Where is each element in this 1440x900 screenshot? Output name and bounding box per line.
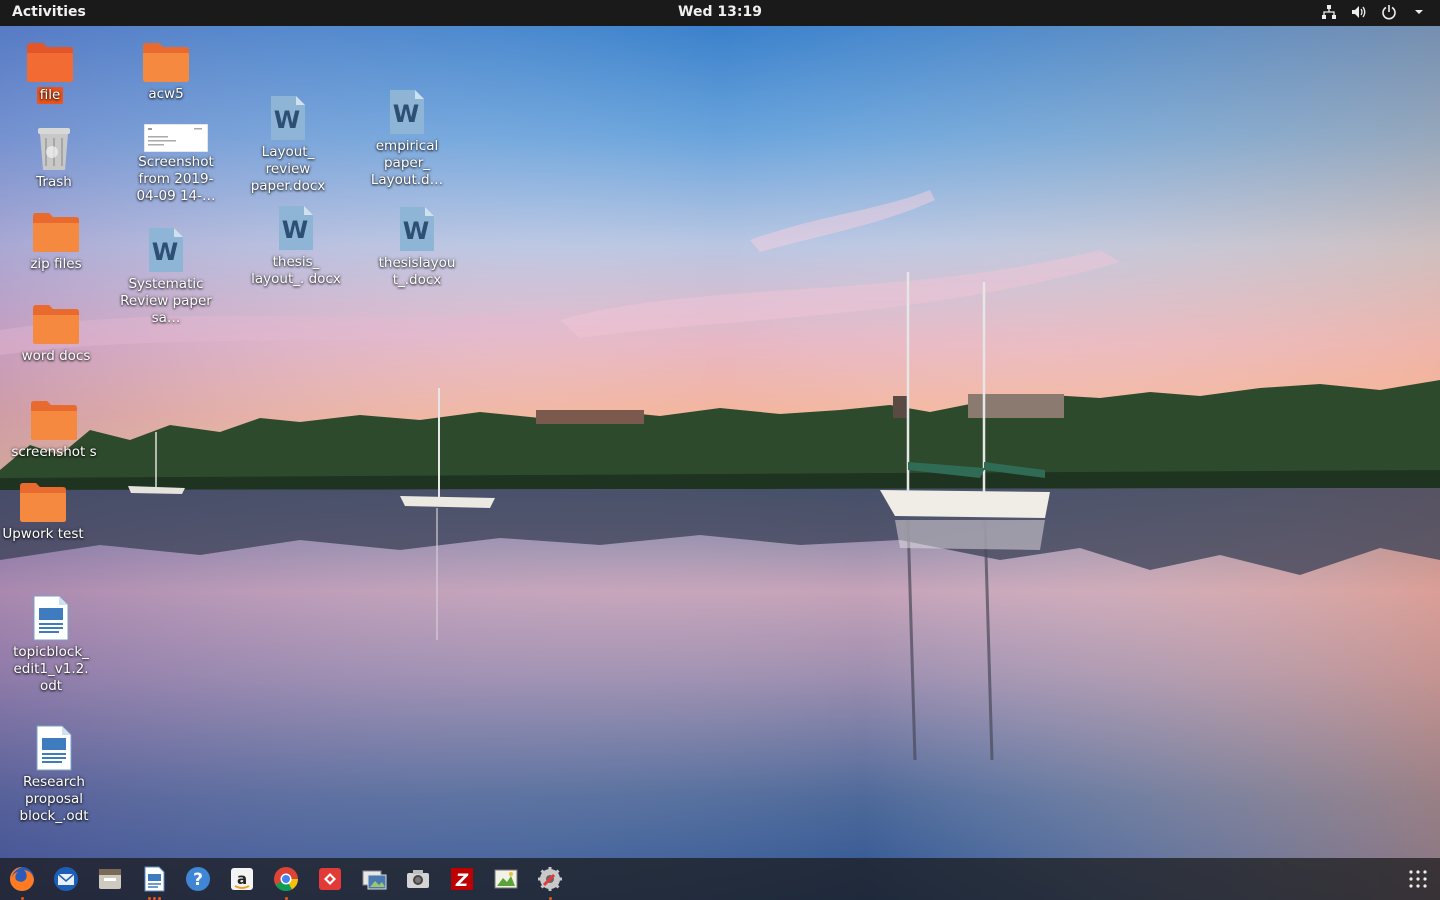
anydesk-icon[interactable]: [314, 863, 346, 895]
desktop-icon-label: Systematic Review paper sa…: [120, 276, 212, 326]
desktop-icon-research-proposal[interactable]: Research proposal block_.odt: [6, 724, 102, 825]
libreoffice-writer-icon[interactable]: [138, 863, 170, 900]
desktop-icon-label: zip files: [30, 256, 82, 272]
desktop-icon-zip-files[interactable]: zip files: [8, 210, 104, 273]
activities-button[interactable]: Activities: [12, 4, 86, 20]
svg-text:W: W: [282, 216, 308, 244]
camera-icon[interactable]: [402, 863, 434, 895]
desktop-icon-label: topicblock_ edit1_v1.2. odt: [13, 644, 89, 694]
desktop-icon-trash[interactable]: Trash: [6, 124, 102, 191]
desktop-icon-label: Screenshot from 2019-04-09 14-…: [136, 154, 216, 204]
desktop-icon-label: Trash: [36, 174, 72, 190]
desktop-icon-label: screenshot s: [11, 444, 97, 460]
desktop-icon-label: acw5: [148, 86, 184, 102]
image-thumbnail-icon: [144, 124, 208, 152]
top-bar: Activities Wed 13:19: [0, 0, 1440, 26]
svg-text:?: ?: [193, 870, 203, 890]
odt-document-icon: [33, 595, 69, 641]
clock-area: Wed 13:19: [0, 4, 1440, 20]
odt-document-icon: [36, 725, 72, 771]
desktop-icon-screenshot-file[interactable]: Screenshot from 2019-04-09 14-…: [128, 124, 224, 205]
chrome-icon[interactable]: [270, 863, 302, 900]
network-icon[interactable]: [1320, 3, 1338, 21]
desktop-icon-label: thesislayou t_.docx: [378, 255, 456, 288]
svg-text:W: W: [393, 100, 419, 128]
folder-icon: [143, 43, 189, 82]
word-document-icon: W: [390, 90, 424, 134]
desktop-icon-label: Research proposal block_.odt: [19, 774, 89, 824]
svg-text:W: W: [403, 217, 429, 245]
menu-arrow-icon[interactable]: [1410, 3, 1428, 21]
svg-text:a: a: [237, 870, 247, 888]
desktop-icon-label: Layout_ review paper.docx: [250, 144, 326, 194]
desktop-icon-empirical-paper[interactable]: W empirical paper_ Layout.d…: [359, 88, 455, 189]
desktop-icon-thesis-layout[interactable]: W thesis_ layout_. docx: [248, 204, 344, 288]
dock: ? a Z: [0, 858, 1440, 900]
filezilla-icon[interactable]: Z: [446, 863, 478, 895]
image-viewer-icon[interactable]: [358, 863, 390, 895]
desktop-icon-acw5[interactable]: acw5: [118, 40, 214, 103]
trash-icon: [38, 128, 70, 170]
word-document-icon: W: [279, 206, 313, 250]
system-settings-icon[interactable]: [534, 863, 566, 900]
svg-text:W: W: [274, 106, 300, 134]
desktop-icon-upwork-test[interactable]: Upwork test: [0, 480, 91, 543]
folder-icon: [20, 483, 66, 522]
desktop-icon-label: empirical paper_ Layout.d…: [370, 138, 444, 188]
svg-text:Z: Z: [455, 871, 469, 891]
desktop-icon-label: Upwork test: [2, 526, 84, 542]
folder-icon: [31, 401, 77, 440]
folder-icon: [33, 213, 79, 252]
desktop-icon-topicblock[interactable]: topicblock_ edit1_v1.2. odt: [3, 594, 99, 695]
desktop-icon-systematic-review[interactable]: W Systematic Review paper sa…: [118, 226, 214, 327]
thunderbird-icon[interactable]: [50, 863, 82, 895]
svg-text:W: W: [152, 238, 178, 266]
firefox-icon[interactable]: [6, 863, 38, 900]
show-applications-icon[interactable]: [1408, 869, 1428, 889]
files-icon[interactable]: [94, 863, 126, 895]
folder-icon: [33, 305, 79, 344]
desktop-icon-file[interactable]: file: [2, 40, 98, 104]
desktop-icon-screenshots[interactable]: screenshot s: [6, 398, 102, 461]
power-icon[interactable]: [1380, 3, 1398, 21]
clock-button[interactable]: Wed 13:19: [678, 4, 762, 20]
volume-icon[interactable]: [1350, 3, 1368, 21]
desktop-icon-word-docs[interactable]: word docs: [8, 302, 104, 365]
system-tray: [1320, 3, 1428, 21]
desktop-icon-label: thesis_ layout_. docx: [251, 254, 341, 287]
desktop-icon-thesislayout[interactable]: W thesislayou t_.docx: [369, 205, 465, 289]
help-icon[interactable]: ?: [182, 863, 214, 895]
word-document-icon: W: [271, 96, 305, 140]
word-document-icon: W: [149, 228, 183, 272]
word-document-icon: W: [400, 207, 434, 251]
desktop-icon-label: word docs: [21, 348, 91, 364]
desktop-icon-label: file: [36, 87, 64, 104]
image-editor-icon[interactable]: [490, 863, 522, 895]
desktop-icon-layout-review[interactable]: W Layout_ review paper.docx: [240, 94, 336, 195]
amazon-icon[interactable]: a: [226, 863, 258, 895]
folder-icon: [27, 43, 73, 82]
